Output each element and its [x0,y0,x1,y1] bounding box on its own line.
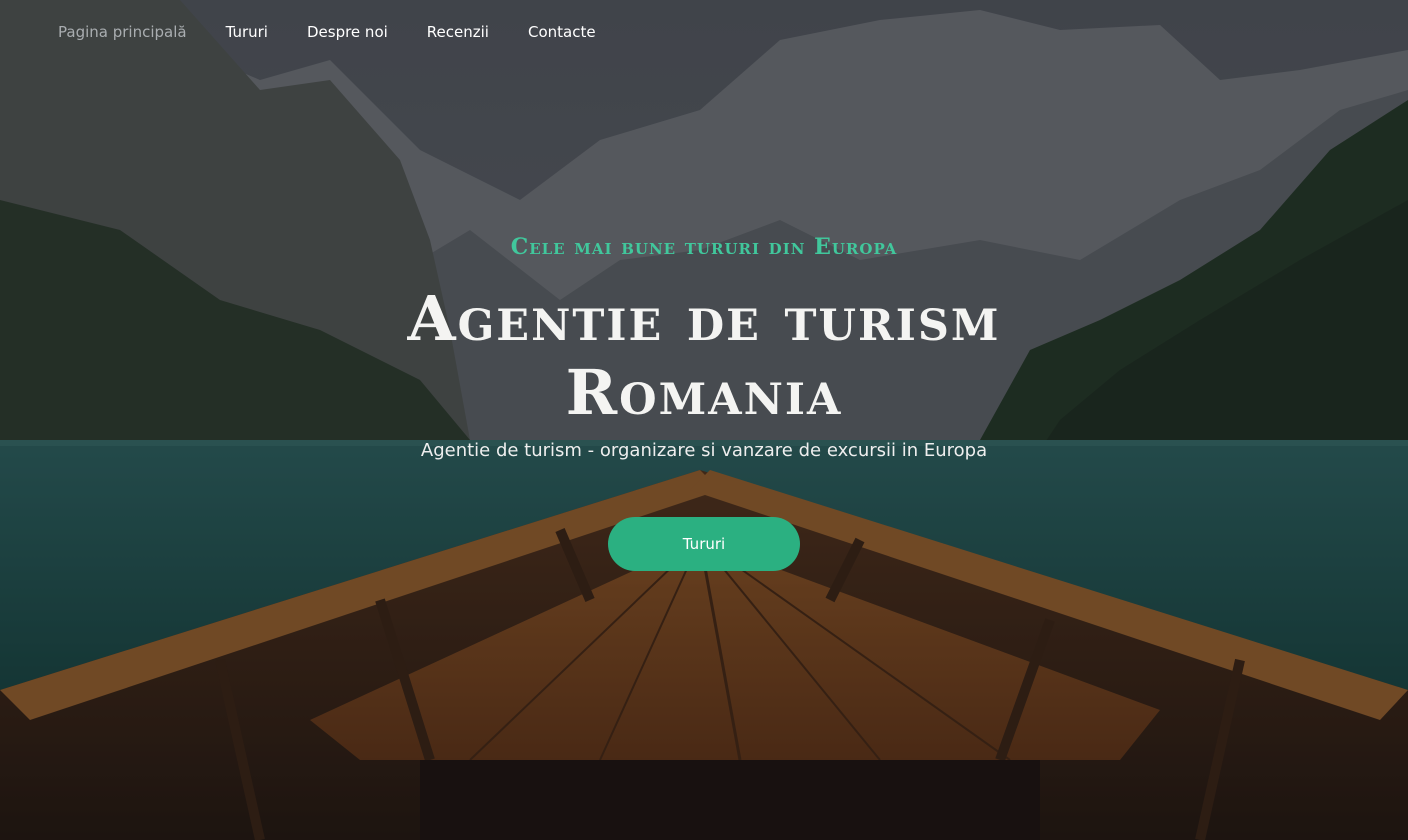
nav-item-about[interactable]: Despre noi [307,20,388,44]
top-navigation: Pagina principală Tururi Despre noi Rece… [58,20,596,44]
nav-item-tours[interactable]: Tururi [226,20,268,44]
hero-title: Agentie de turism Romania [407,282,1001,429]
nav-item-home[interactable]: Pagina principală [58,20,187,44]
tours-cta-button[interactable]: Tururi [608,517,800,571]
nav-item-reviews[interactable]: Recenzii [427,20,489,44]
hero-tagline: Cele mai bune tururi din Europa [510,234,898,260]
hero-section: Pagina principală Tururi Despre noi Rece… [0,0,1408,840]
hero-subtitle: Agentie de turism - organizare si vanzar… [420,440,988,461]
nav-item-contacts[interactable]: Contacte [528,20,596,44]
